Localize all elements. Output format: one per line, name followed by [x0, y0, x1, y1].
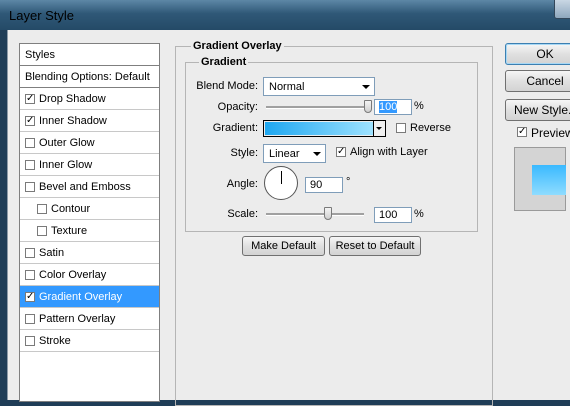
- make-default-button[interactable]: Make Default: [242, 236, 325, 256]
- sidebar-item-label: Satin: [39, 246, 65, 259]
- outer-glow-checkbox[interactable]: [25, 137, 35, 148]
- blend-mode-select[interactable]: Normal: [263, 77, 375, 96]
- sidebar-item-label: Stroke: [39, 334, 71, 347]
- gradient-label: Gradient:: [212, 122, 258, 134]
- stroke-checkbox[interactable]: [25, 335, 35, 346]
- sidebar-item-label: Inner Glow: [39, 158, 93, 171]
- sidebar-item-label: Bevel and Emboss: [39, 180, 131, 193]
- chevron-down-icon: [362, 85, 370, 89]
- sidebar-item-contour[interactable]: Contour: [20, 198, 159, 220]
- blending-options-label: Blending Options: Default: [25, 70, 150, 83]
- scale-slider-track[interactable]: [266, 213, 364, 216]
- opacity-unit: %: [414, 100, 424, 112]
- sidebar-item-label: Contour: [51, 202, 91, 215]
- gradient-dropdown-button[interactable]: [373, 121, 385, 136]
- sidebar-item-satin[interactable]: Satin: [20, 242, 159, 264]
- sidebar-item-label: Outer Glow: [39, 136, 95, 149]
- scale-slider-thumb[interactable]: [324, 207, 332, 220]
- preview-checkbox[interactable]: ✓: [517, 127, 527, 137]
- sidebar-item-drop-shadow[interactable]: ✓ Drop Shadow: [20, 88, 159, 110]
- angle-input[interactable]: 90: [305, 177, 343, 193]
- sidebar-item-inner-glow[interactable]: Inner Glow: [20, 154, 159, 176]
- preview-layer-sample: [532, 165, 566, 195]
- drop-shadow-checkbox[interactable]: ✓: [25, 93, 35, 104]
- sidebar-item-label: Texture: [51, 224, 88, 237]
- reverse-label: Reverse: [410, 122, 451, 134]
- close-button[interactable]: [554, 0, 570, 19]
- style-select[interactable]: Linear: [263, 144, 326, 163]
- layer-style-dialog: Styles Blending Options: Default ✓ Drop …: [7, 30, 570, 406]
- styles-header-label: Styles: [25, 48, 55, 61]
- style-preview-swatch: [514, 147, 566, 211]
- gradient-overlay-checkbox[interactable]: ✓: [25, 291, 35, 302]
- sidebar-item-label: Pattern Overlay: [39, 312, 116, 325]
- opacity-value: 100: [379, 101, 398, 113]
- satin-checkbox[interactable]: [25, 247, 35, 258]
- styles-list: Styles Blending Options: Default ✓ Drop …: [19, 43, 160, 402]
- scale-input[interactable]: 100: [374, 207, 412, 223]
- gradient-group-title: Gradient: [199, 56, 249, 68]
- opacity-slider-track[interactable]: [266, 106, 370, 109]
- sidebar-item-stroke[interactable]: Stroke: [20, 330, 159, 352]
- texture-checkbox[interactable]: [37, 225, 47, 236]
- title-bar[interactable]: Layer Style: [0, 0, 570, 30]
- bevel-emboss-checkbox[interactable]: [25, 181, 35, 192]
- chevron-down-icon: [313, 152, 321, 156]
- sidebar-item-label: Drop Shadow: [39, 92, 106, 105]
- sidebar-item-label: Inner Shadow: [39, 114, 107, 127]
- blend-mode-label: Blend Mode:: [196, 80, 258, 92]
- angle-needle: [281, 171, 282, 184]
- style-value: Linear: [269, 148, 300, 160]
- sidebar-item-bevel-emboss[interactable]: Bevel and Emboss: [20, 176, 159, 198]
- angle-label: Angle:: [226, 178, 258, 190]
- angle-dial[interactable]: [264, 166, 298, 200]
- section-title: Gradient Overlay: [191, 40, 284, 52]
- sidebar-item-inner-shadow[interactable]: ✓ Inner Shadow: [20, 110, 159, 132]
- pattern-overlay-checkbox[interactable]: [25, 313, 35, 324]
- inner-glow-checkbox[interactable]: [25, 159, 35, 170]
- blending-options-item[interactable]: Blending Options: Default: [20, 66, 159, 88]
- blend-mode-value: Normal: [269, 81, 305, 93]
- scale-unit: %: [414, 208, 424, 220]
- align-with-layer-checkbox[interactable]: ✓: [336, 147, 346, 157]
- sidebar-item-label: Color Overlay: [39, 268, 107, 281]
- cancel-button[interactable]: Cancel: [505, 70, 570, 92]
- ok-button[interactable]: OK: [505, 43, 570, 65]
- contour-checkbox[interactable]: [37, 203, 47, 214]
- sidebar-item-label: Gradient Overlay: [39, 290, 123, 303]
- style-label: Style:: [230, 147, 258, 159]
- window-title: Layer Style: [9, 8, 75, 23]
- angle-value: 90: [310, 179, 323, 191]
- opacity-slider-thumb[interactable]: [364, 100, 372, 113]
- gradient-picker[interactable]: [263, 120, 386, 137]
- reset-to-default-button[interactable]: Reset to Default: [329, 236, 421, 256]
- reverse-checkbox[interactable]: [396, 123, 406, 133]
- opacity-input[interactable]: 100: [374, 99, 412, 115]
- gradient-preview[interactable]: [265, 122, 373, 135]
- styles-header[interactable]: Styles: [20, 44, 159, 66]
- sidebar-item-gradient-overlay[interactable]: ✓ Gradient Overlay: [20, 286, 159, 308]
- color-overlay-checkbox[interactable]: [25, 269, 35, 280]
- sidebar-item-color-overlay[interactable]: Color Overlay: [20, 264, 159, 286]
- inner-shadow-checkbox[interactable]: ✓: [25, 115, 35, 126]
- angle-unit: °: [346, 176, 351, 188]
- align-with-layer-label: Align with Layer: [350, 146, 428, 158]
- preview-label: Preview: [531, 126, 570, 140]
- new-style-button[interactable]: New Style...: [505, 99, 570, 121]
- sidebar-item-texture[interactable]: Texture: [20, 220, 159, 242]
- opacity-label: Opacity:: [217, 101, 258, 113]
- scale-value: 100: [379, 209, 398, 221]
- sidebar-item-outer-glow[interactable]: Outer Glow: [20, 132, 159, 154]
- scale-label: Scale:: [227, 208, 258, 220]
- sidebar-item-pattern-overlay[interactable]: Pattern Overlay: [20, 308, 159, 330]
